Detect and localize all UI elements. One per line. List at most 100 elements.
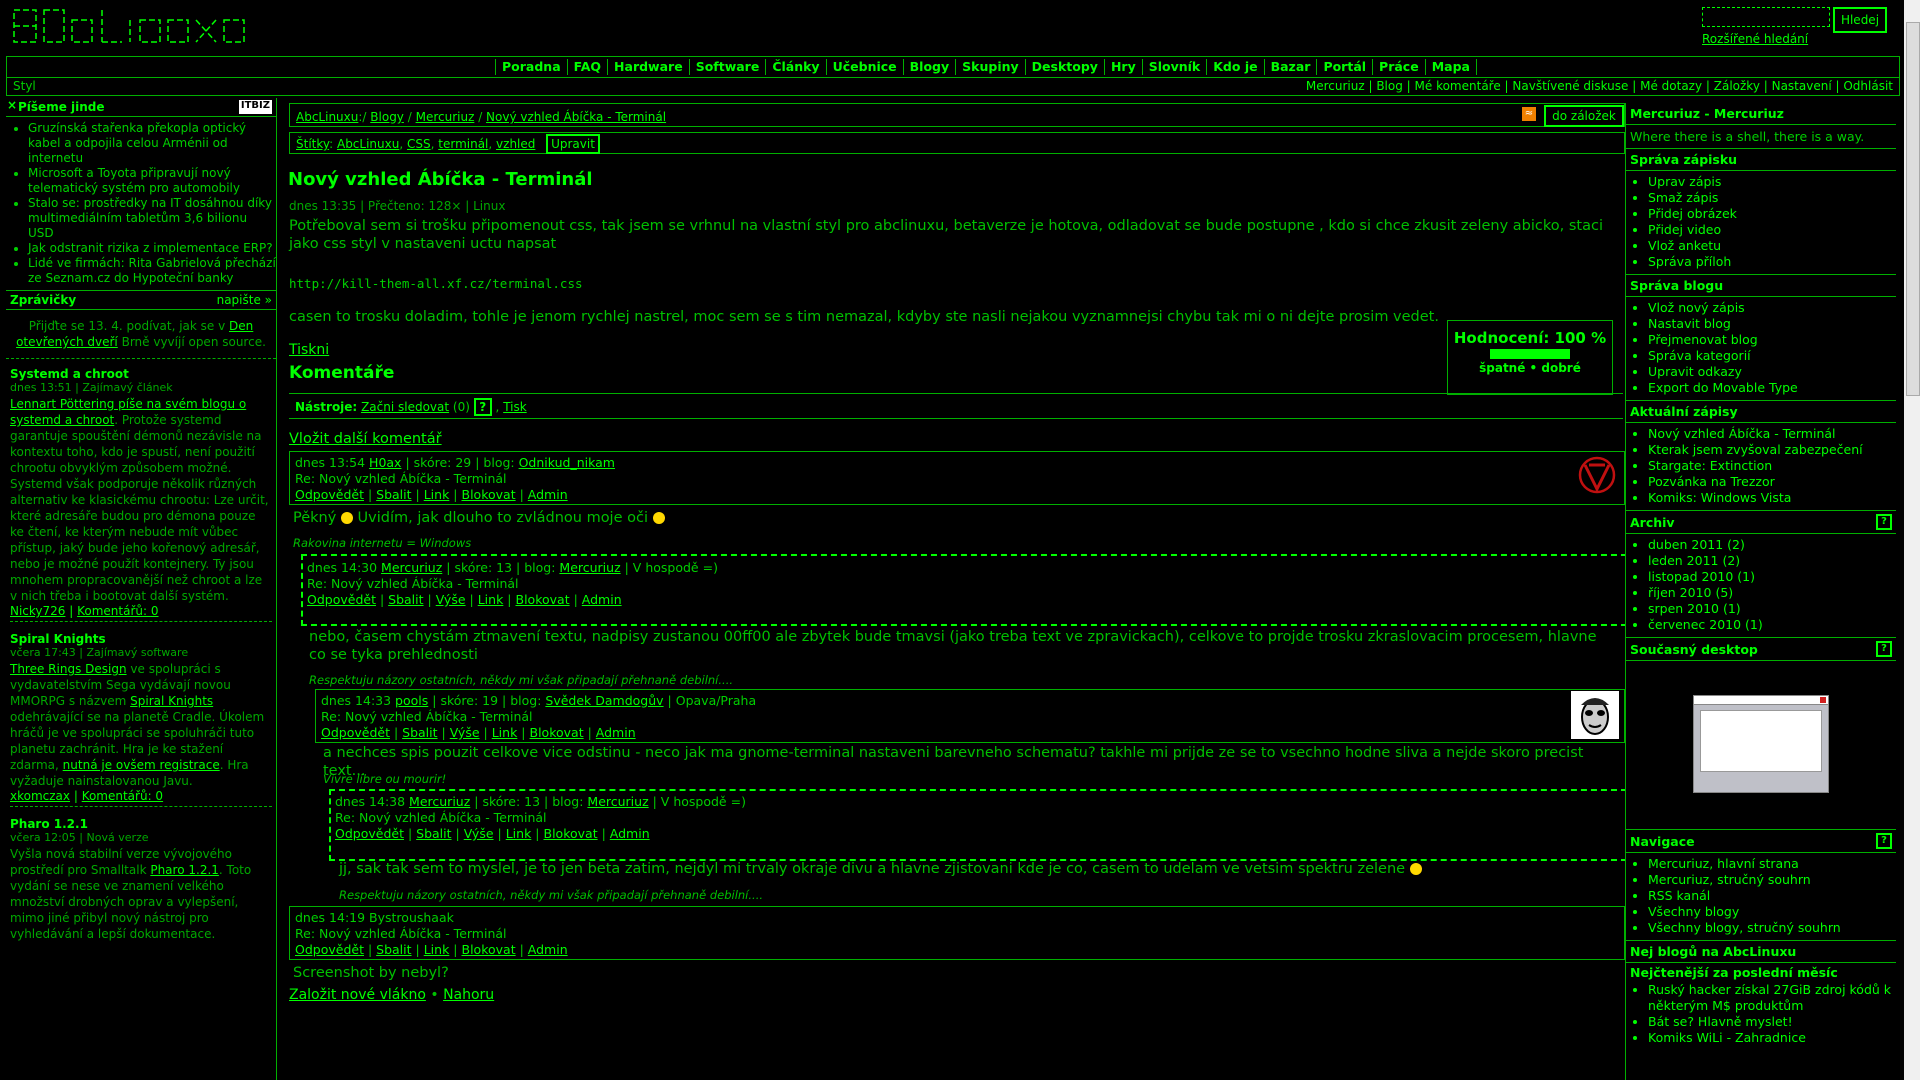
admin-link[interactable]: Admin: [528, 487, 568, 502]
menu-item-hardware[interactable]: Hardware: [607, 59, 689, 75]
reply-link[interactable]: Odpovědět: [295, 942, 364, 957]
collapse-link[interactable]: Sbalit: [388, 592, 423, 607]
list-item[interactable]: Microsoft a Toyota připravují nový telem…: [28, 166, 276, 196]
collapse-link[interactable]: Sbalit: [416, 826, 451, 841]
list-item[interactable]: Upravit odkazy: [1648, 364, 1896, 380]
comment-blog[interactable]: Mercuriuz: [587, 794, 648, 809]
reply-link[interactable]: Odpovědět: [321, 725, 390, 740]
breadcrumb-item[interactable]: AbcLinuxu: [296, 110, 358, 124]
news-link[interactable]: nutná je ovšem registrace: [63, 758, 220, 772]
menu-item-hry[interactable]: Hry: [1103, 59, 1142, 75]
tag[interactable]: vzhled: [496, 137, 535, 151]
collapse-link[interactable]: Sbalit: [402, 725, 437, 740]
print-link[interactable]: Tiskni: [289, 342, 329, 358]
list-item[interactable]: Kterak jsem zvyšoval zabezpečení: [1648, 442, 1896, 458]
user-link-visited[interactable]: Navštívené diskuse: [1512, 79, 1628, 93]
page-scrollbar[interactable]: [1904, 0, 1920, 1080]
menu-item-blogy[interactable]: Blogy: [902, 59, 956, 75]
list-item[interactable]: Nastavit blog: [1648, 316, 1896, 332]
napiste-link[interactable]: napište »: [217, 293, 272, 307]
block-link[interactable]: Blokovat: [544, 826, 598, 841]
menu-item-ucebnice[interactable]: Učebnice: [825, 59, 903, 75]
list-item[interactable]: Pozvánka na Trezzor: [1648, 474, 1896, 490]
list-item[interactable]: Lidé ve firmách: Rita Gabrielová přecház…: [28, 256, 276, 286]
breadcrumb-item[interactable]: Nový vzhled Ábíčka - Terminál: [486, 110, 666, 124]
tags-label[interactable]: Štítky: [296, 137, 329, 151]
list-item[interactable]: Stalo se: prostředky na IT dosáhnou díky…: [28, 196, 276, 241]
breadcrumb-item[interactable]: Blogy: [370, 110, 404, 124]
parent-link[interactable]: Výše: [464, 826, 494, 841]
block-link[interactable]: Blokovat: [516, 592, 570, 607]
parent-link[interactable]: Výše: [450, 725, 480, 740]
user-link-blog[interactable]: Blog: [1376, 79, 1403, 93]
parent-link[interactable]: Výše: [436, 592, 466, 607]
comment-author[interactable]: pools: [395, 693, 428, 708]
permalink[interactable]: Link: [424, 942, 450, 957]
help-icon[interactable]: ?: [1876, 641, 1892, 657]
news-title[interactable]: Systemd a chroot: [10, 367, 272, 381]
collapse-link[interactable]: Sbalit: [376, 487, 411, 502]
itbiz-logo[interactable]: ITBIZ: [238, 100, 272, 114]
list-item[interactable]: Mercuriuz, hlavní strana: [1648, 856, 1896, 872]
advanced-search-link[interactable]: Rozšířené hledání: [1702, 32, 1808, 46]
list-item[interactable]: srpen 2010 (1): [1648, 601, 1896, 617]
list-item[interactable]: Uprav zápis: [1648, 174, 1896, 190]
list-item[interactable]: Gruzínská stařenka překopla optický kabe…: [28, 121, 276, 166]
admin-link[interactable]: Admin: [596, 725, 636, 740]
list-item[interactable]: Ruský hacker získal 27GiB zdroj kódů k n…: [1648, 982, 1896, 1014]
list-item[interactable]: Bát se? Hlavně myslet!: [1648, 1014, 1896, 1030]
list-item[interactable]: Všechny blogy: [1648, 904, 1896, 920]
comment-author[interactable]: Mercuriuz: [409, 794, 470, 809]
list-item[interactable]: listopad 2010 (1): [1648, 569, 1896, 585]
permalink[interactable]: Link: [506, 826, 532, 841]
menu-item-clanky[interactable]: Články: [765, 59, 825, 75]
menu-item-prace[interactable]: Práce: [1372, 59, 1425, 75]
menu-item-desktopy[interactable]: Desktopy: [1024, 59, 1104, 75]
list-item[interactable]: Přidej obrázek: [1648, 206, 1896, 222]
rating-bar[interactable]: [1490, 349, 1570, 359]
menu-item-kdo-je[interactable]: Kdo je: [1206, 59, 1263, 75]
permalink[interactable]: Link: [492, 725, 518, 740]
block-link[interactable]: Blokovat: [462, 942, 516, 957]
menu-item-mapa[interactable]: Mapa: [1424, 59, 1477, 75]
search-button[interactable]: Hledej: [1833, 7, 1887, 33]
admin-link[interactable]: Admin: [528, 942, 568, 957]
menu-item-bazar[interactable]: Bazar: [1263, 59, 1317, 75]
list-item[interactable]: Komiks WiLi - Zahradnice: [1648, 1030, 1896, 1046]
menu-item-software[interactable]: Software: [688, 59, 766, 75]
comment-blog[interactable]: Odnikud_nikam: [519, 455, 615, 470]
comment-blog[interactable]: Svědek Damdogův: [545, 693, 663, 708]
menu-item-portal[interactable]: Portál: [1316, 59, 1372, 75]
news-link[interactable]: Three Rings Design: [10, 662, 127, 676]
list-item[interactable]: Vlož nový zápis: [1648, 300, 1896, 316]
menu-item-faq[interactable]: FAQ: [566, 59, 607, 75]
edit-tags-button[interactable]: Upravit: [546, 134, 600, 154]
list-item[interactable]: Správa kategorií: [1648, 348, 1896, 364]
close-icon[interactable]: ×: [7, 98, 17, 112]
add-comment-link[interactable]: Vložit další komentář: [289, 431, 442, 447]
style-label[interactable]: Styl: [13, 79, 36, 93]
list-item[interactable]: duben 2011 (2): [1648, 537, 1896, 553]
permalink[interactable]: Link: [424, 487, 450, 502]
reply-link[interactable]: Odpovědět: [307, 592, 376, 607]
reply-link[interactable]: Odpovědět: [335, 826, 404, 841]
reply-link[interactable]: Odpovědět: [295, 487, 364, 502]
list-item[interactable]: Nový vzhled Ábíčka - Terminál: [1648, 426, 1896, 442]
list-item[interactable]: Vlož anketu: [1648, 238, 1896, 254]
tisk-link[interactable]: Tisk: [503, 400, 527, 414]
menu-item-poradna[interactable]: Poradna: [495, 59, 567, 75]
news-link[interactable]: Spiral Knights: [130, 694, 213, 708]
help-icon[interactable]: ?: [1876, 833, 1892, 849]
block-link[interactable]: Blokovat: [462, 487, 516, 502]
new-thread-link[interactable]: Založit nové vlákno: [289, 987, 426, 1003]
zpravicky-title[interactable]: Zprávičky: [10, 293, 76, 307]
list-item[interactable]: Export do Movable Type: [1648, 380, 1896, 396]
collapse-link[interactable]: Sbalit: [376, 942, 411, 957]
list-item[interactable]: Přidej video: [1648, 222, 1896, 238]
news-link[interactable]: Pharo 1.2.1: [150, 863, 219, 877]
list-item[interactable]: leden 2011 (2): [1648, 553, 1896, 569]
help-button[interactable]: ?: [473, 398, 492, 416]
breadcrumb-item[interactable]: Mercuriuz: [416, 110, 475, 124]
comment-author[interactable]: Mercuriuz: [381, 560, 442, 575]
list-item[interactable]: Smaž zápis: [1648, 190, 1896, 206]
